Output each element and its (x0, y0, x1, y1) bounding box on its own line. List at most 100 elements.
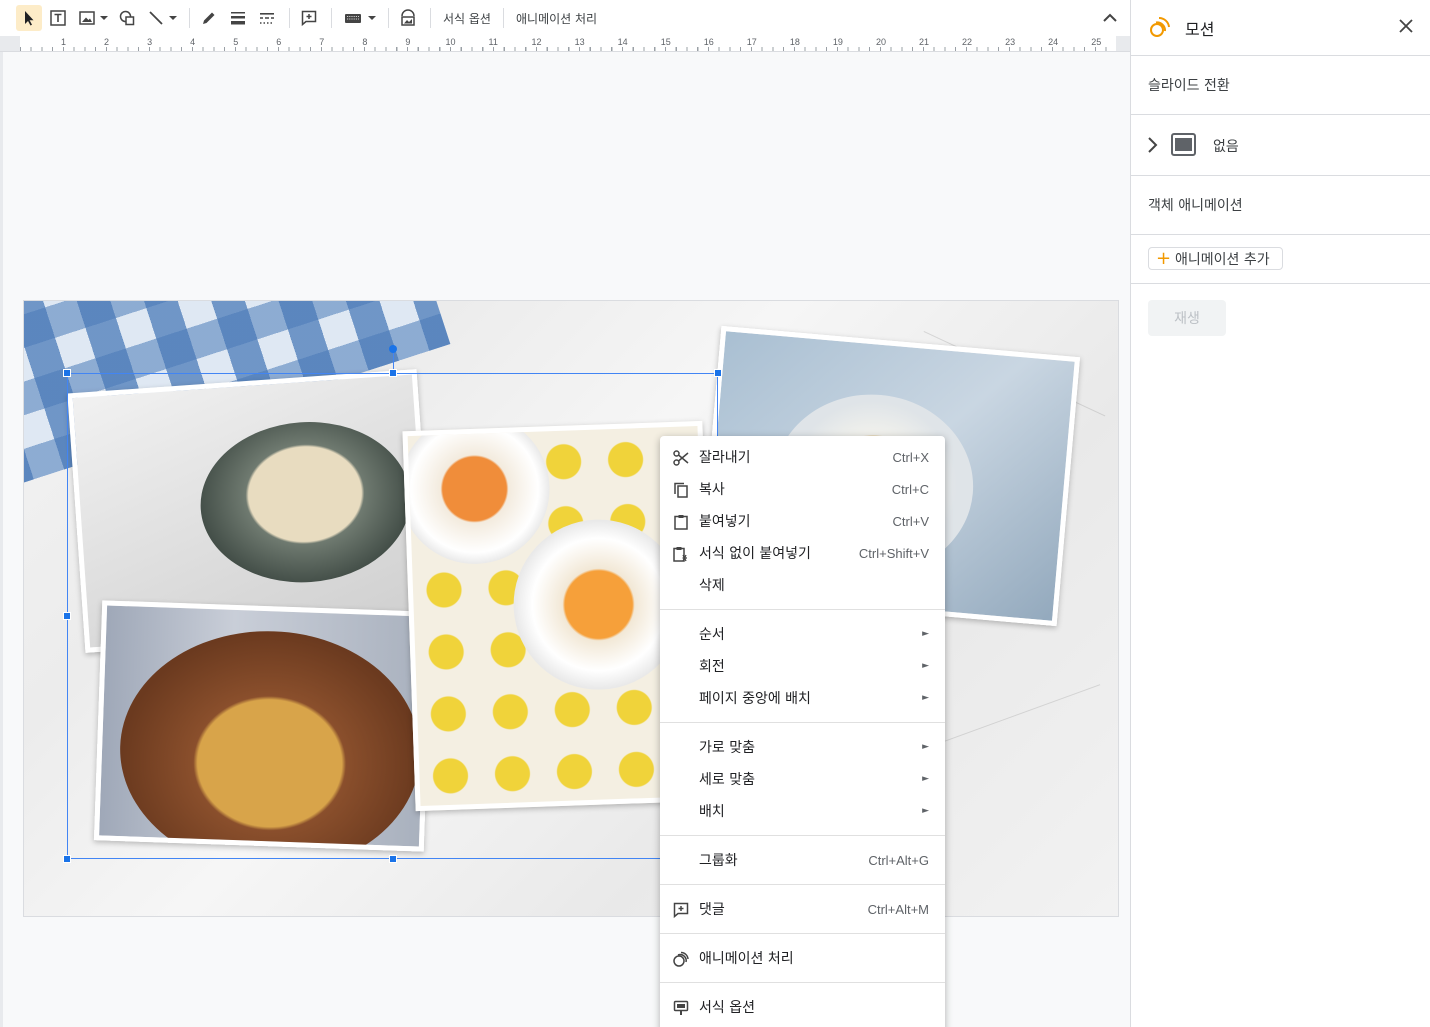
menu-item-paste[interactable]: 붙여넣기 Ctrl+V (660, 505, 945, 537)
submenu-arrow-icon: ► (922, 774, 929, 784)
rotation-handle[interactable] (389, 345, 397, 353)
collapse-toolbar-icon[interactable] (1100, 8, 1120, 28)
cursor-arrow-icon (25, 11, 34, 26)
chevron-right-icon[interactable] (1146, 136, 1158, 154)
menu-divider (660, 722, 945, 723)
menu-label: 순서 (699, 627, 725, 643)
menu-item-copy[interactable]: 복사 Ctrl+C (660, 473, 945, 505)
menu-item-align-vertical[interactable]: 세로 맞춤 ► (660, 763, 945, 795)
menu-label: 삭제 (699, 578, 725, 594)
slide-transition-label: 슬라이드 전환 (1148, 78, 1230, 94)
resize-handle-bottom[interactable] (389, 855, 397, 863)
horizontal-ruler[interactable]: 1 2 3 4 5 6 7 8 9 10 11 12 13 14 15 16 17 18 19 20 21 22 23 24 2… (0, 36, 1130, 52)
ruler-number: 9 (405, 37, 411, 47)
motion-icon (1150, 16, 1170, 37)
close-icon[interactable] (1398, 18, 1414, 34)
menu-label: 서식 옵션 (699, 1000, 755, 1016)
add-animation-section: + 애니메이션 추가 (1131, 235, 1430, 284)
ruler-margin-left (0, 36, 20, 51)
input-tools-button[interactable] (338, 5, 368, 31)
text-box-button[interactable] (45, 5, 71, 31)
sidebar-title: 모션 (1185, 20, 1215, 39)
ruler-number: 13 (574, 37, 585, 47)
add-comment-icon (301, 10, 317, 27)
select-tool-button[interactable] (16, 5, 42, 31)
menu-item-cut[interactable]: 잘라내기 Ctrl+X (660, 441, 945, 473)
resize-handle-top-right[interactable] (714, 369, 722, 377)
add-animation-label: 애니메이션 추가 (1175, 251, 1270, 268)
menu-divider (660, 884, 945, 885)
border-weight-icon (231, 12, 245, 25)
copy-icon (674, 482, 688, 498)
motion-sidebar: 모션 슬라이드 전환 없음 객체 애니메이션 + 애니메이션 추가 재생 (1130, 0, 1430, 1027)
object-animation-label: 객체 애니메이션 (1148, 198, 1243, 214)
line-icon (149, 11, 163, 25)
menu-item-comment[interactable]: 댓글 Ctrl+Alt+M (660, 893, 945, 925)
toolbar-divider (388, 8, 389, 28)
line-button[interactable] (143, 5, 169, 31)
ruler-margin-right (1116, 36, 1130, 51)
menu-label: 붙여넣기 (699, 514, 751, 530)
menu-label: 배치 (699, 804, 725, 820)
border-color-button[interactable] (196, 5, 222, 31)
resize-handle-top[interactable] (389, 369, 397, 377)
input-tools-caret[interactable] (368, 5, 376, 31)
scissors-icon (673, 450, 689, 466)
ruler-number: 17 (746, 37, 757, 47)
toolbar-divider (430, 8, 431, 28)
menu-label: 복사 (699, 482, 725, 498)
resize-handle-left[interactable] (63, 612, 71, 620)
border-dash-button[interactable] (254, 5, 280, 31)
pencil-icon (203, 12, 215, 24)
menu-item-animate[interactable]: 애니메이션 처리 (660, 942, 945, 974)
menu-item-group[interactable]: 그룹화 Ctrl+Alt+G (660, 844, 945, 876)
border-weight-button[interactable] (225, 5, 251, 31)
slide-transition-section: 슬라이드 전환 (1131, 56, 1430, 115)
add-animation-button[interactable]: + 애니메이션 추가 (1148, 247, 1283, 270)
resize-handle-bottom-left[interactable] (63, 855, 71, 863)
menu-item-rotate[interactable]: 회전 ► (660, 650, 945, 682)
line-dropdown-caret[interactable] (169, 5, 177, 31)
ruler-number: 14 (617, 37, 628, 47)
ruler-track: 1 2 3 4 5 6 7 8 9 10 11 12 13 14 15 16 17 18 19 20 21 22 23 24 2… (20, 36, 1116, 51)
ruler-number: 10 (445, 37, 456, 47)
submenu-arrow-icon: ► (922, 661, 929, 671)
menu-item-order[interactable]: 순서 ► (660, 618, 945, 650)
format-options-button[interactable]: 서식 옵션 (437, 10, 497, 27)
insert-image-button[interactable] (74, 5, 100, 31)
ruler-number: 19 (832, 37, 843, 47)
animation-icon (673, 951, 689, 967)
resize-handle-top-left[interactable] (63, 369, 71, 377)
menu-item-align-horizontal[interactable]: 가로 맞춤 ► (660, 731, 945, 763)
sidebar-header: 모션 (1131, 0, 1430, 56)
slide-thumbnail-icon (1171, 133, 1196, 156)
play-button[interactable]: 재생 (1148, 300, 1226, 336)
border-dash-icon (260, 13, 274, 24)
caret-down-icon (368, 16, 376, 20)
menu-label: 회전 (699, 659, 725, 675)
menu-label: 댓글 (699, 902, 725, 918)
menu-item-format-options[interactable]: 서식 옵션 (660, 991, 945, 1023)
add-comment-button[interactable] (296, 5, 322, 31)
transition-type-value: 없음 (1213, 139, 1239, 155)
ruler-number: 11 (488, 37, 498, 47)
ruler-number: 1 (61, 37, 67, 47)
ruler-number: 4 (190, 37, 196, 47)
animate-button[interactable]: 애니메이션 처리 (510, 10, 603, 27)
replace-image-button[interactable] (395, 5, 421, 31)
replace-image-icon (401, 9, 415, 26)
caret-down-icon (169, 16, 177, 20)
shape-button[interactable] (114, 5, 140, 31)
menu-label: 가로 맞춤 (699, 740, 755, 756)
ruler-number: 22 (962, 37, 973, 47)
transition-row[interactable]: 없음 (1131, 115, 1430, 176)
caret-down-icon (100, 16, 108, 20)
menu-item-center-on-page[interactable]: 페이지 중앙에 배치 ► (660, 682, 945, 714)
clipboard-icon (674, 515, 688, 530)
image-dropdown-caret[interactable] (100, 5, 108, 31)
menu-item-paste-without-formatting[interactable]: 서식 없이 붙여넣기 Ctrl+Shift+V (660, 537, 945, 569)
slides-app: 서식 옵션 애니메이션 처리 1 2 3 4 5 6 7 8 9 10 11 12 13 14 15 16 17… (0, 0, 1430, 1027)
menu-item-distribute[interactable]: 배치 ► (660, 795, 945, 827)
menu-item-delete[interactable]: 삭제 (660, 569, 945, 601)
ruler-number: 25 (1091, 37, 1102, 47)
